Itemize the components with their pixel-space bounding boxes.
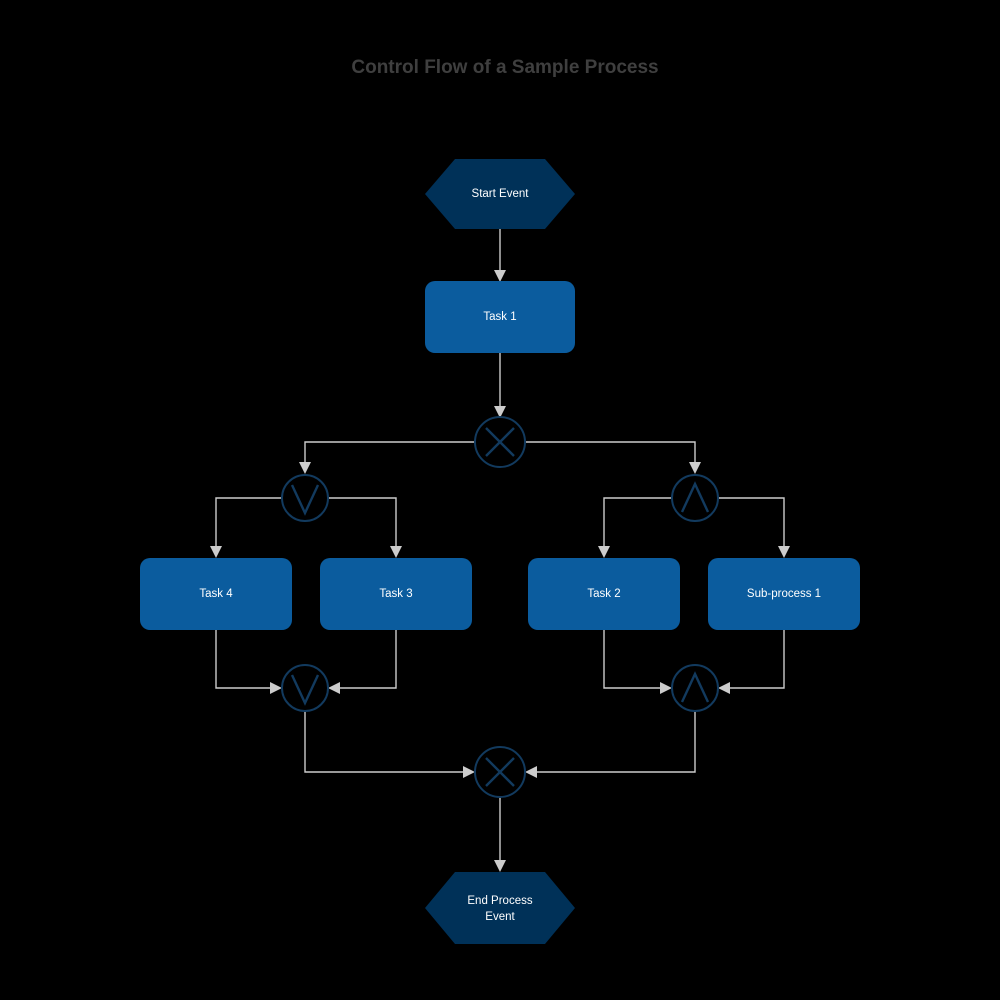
gateway-and-split[interactable] bbox=[671, 474, 719, 522]
edge-sub1-to-and2 bbox=[718, 630, 785, 694]
edge-start-to-task1 bbox=[494, 229, 506, 282]
gateway-or-join[interactable] bbox=[281, 664, 329, 712]
edge-and2-to-xor2 bbox=[525, 711, 696, 778]
edge-xor1-to-and1 bbox=[525, 441, 701, 474]
end-event-label-line-2: Event bbox=[485, 911, 515, 923]
arrowhead bbox=[778, 546, 790, 558]
node-end-process-event[interactable]: End Process Event bbox=[425, 872, 575, 944]
edge-or1-to-task4 bbox=[210, 497, 282, 558]
end-event-label-line-1: End Process bbox=[467, 895, 532, 907]
node-task-1[interactable]: Task 1 bbox=[425, 281, 575, 353]
edge-or1-to-task3 bbox=[328, 497, 402, 558]
arrowhead bbox=[494, 270, 506, 282]
task-3-label: Task 3 bbox=[379, 588, 412, 600]
node-task-3[interactable]: Task 3 bbox=[320, 558, 472, 630]
start-event-label: Start Event bbox=[472, 188, 530, 200]
edge-and1-to-task2 bbox=[598, 497, 672, 558]
node-task-4[interactable]: Task 4 bbox=[140, 558, 292, 630]
edge-or2-to-xor2 bbox=[304, 711, 475, 778]
arrowhead bbox=[210, 546, 222, 558]
arrowhead bbox=[598, 546, 610, 558]
page-title: Control Flow of a Sample Process bbox=[351, 57, 658, 78]
arrowhead bbox=[525, 766, 537, 778]
edge-and1-to-sub1 bbox=[718, 497, 790, 558]
arrowhead bbox=[660, 682, 672, 694]
task-1-label: Task 1 bbox=[483, 311, 516, 323]
arrowhead bbox=[718, 682, 730, 694]
arrowhead bbox=[390, 546, 402, 558]
diagram-canvas: Control Flow of a Sample Process Start E… bbox=[0, 0, 1000, 1000]
flowchart-svg: Control Flow of a Sample Process Start E… bbox=[140, 57, 860, 944]
arrowhead bbox=[463, 766, 475, 778]
arrowhead bbox=[299, 462, 311, 474]
edge-xor2-to-end bbox=[494, 797, 506, 872]
node-start-event[interactable]: Start Event bbox=[425, 159, 575, 229]
edge-task2-to-and2 bbox=[603, 630, 672, 694]
gateway-or-split[interactable] bbox=[281, 474, 329, 522]
node-sub-process-1[interactable]: Sub-process 1 bbox=[708, 558, 860, 630]
gateway-and-join[interactable] bbox=[671, 664, 719, 712]
edge-xor1-to-or1 bbox=[299, 441, 475, 474]
edge-task4-to-or2 bbox=[215, 630, 282, 694]
arrowhead bbox=[494, 860, 506, 872]
gateway-xor-join[interactable] bbox=[474, 746, 526, 798]
arrowhead bbox=[328, 682, 340, 694]
arrowhead bbox=[270, 682, 282, 694]
end-event-shape bbox=[425, 872, 575, 944]
edge-task3-to-or2 bbox=[328, 630, 397, 694]
task-2-label: Task 2 bbox=[587, 588, 620, 600]
task-4-label: Task 4 bbox=[199, 588, 233, 600]
gateway-xor-split[interactable] bbox=[474, 416, 526, 468]
node-task-2[interactable]: Task 2 bbox=[528, 558, 680, 630]
sub-process-1-label: Sub-process 1 bbox=[747, 588, 821, 600]
arrowhead bbox=[689, 462, 701, 474]
edge-task1-to-xor1 bbox=[494, 353, 506, 418]
